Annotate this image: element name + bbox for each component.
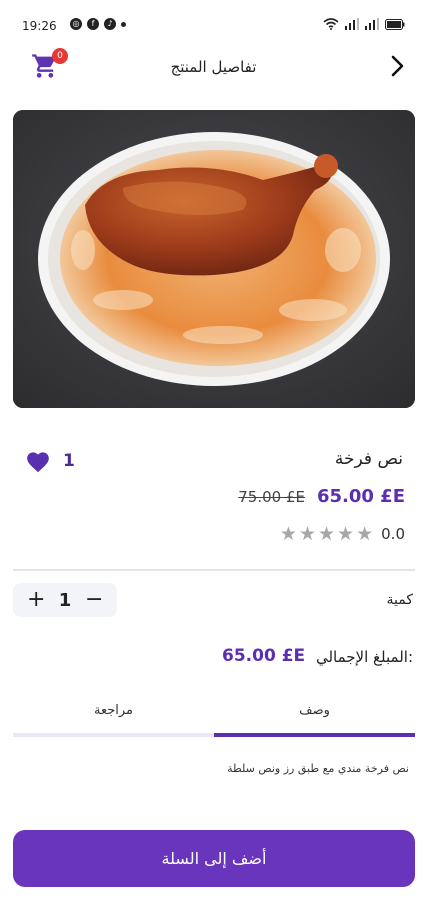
star-icon: ★ xyxy=(318,523,336,545)
quantity-value: 1 xyxy=(58,589,72,611)
signal-icon xyxy=(345,18,359,30)
rating-value: 0.0 xyxy=(381,525,405,543)
back-button[interactable] xyxy=(385,54,409,78)
decrease-button[interactable]: − xyxy=(85,589,103,611)
description-text: نص فرخة مندي مع طبق رز ونص سلطة xyxy=(227,762,409,775)
facebook-icon: f xyxy=(87,18,99,30)
rating-row: ★ ★ ★ ★ ★ 0.0 xyxy=(280,524,405,544)
system-icons xyxy=(323,18,405,30)
product-photo xyxy=(13,110,415,408)
star-icon: ★ xyxy=(279,523,297,545)
price-row: 75.00 £E 65.00 £E xyxy=(238,486,405,507)
star-icon: ★ xyxy=(337,523,355,545)
tab-description[interactable]: وصف xyxy=(214,700,415,734)
quantity-label: كمية xyxy=(386,592,414,608)
battery-icon xyxy=(385,18,405,30)
add-to-cart-button[interactable]: أضف إلى السلة xyxy=(13,830,415,887)
total-label: المبلغ الإجمالي: xyxy=(315,648,413,666)
current-price: 65.00 £E xyxy=(316,486,405,507)
rating-stars: ★ ★ ★ ★ ★ xyxy=(280,524,373,544)
total-value: 65.00 £E xyxy=(222,646,306,666)
favorite-button[interactable]: 1 xyxy=(25,449,75,473)
status-bar: 19:26 ◎ f ♪ xyxy=(0,0,427,38)
wifi-icon xyxy=(323,18,339,30)
app-bar: 0 تفاصيل المنتج xyxy=(0,38,427,98)
quantity-stepper: + 1 − xyxy=(13,583,117,617)
chevron-right-icon xyxy=(391,55,404,77)
product-image[interactable] xyxy=(13,110,415,408)
page-title: تفاصيل المنتج xyxy=(170,58,257,76)
detail-tabs: مراجعة وصف xyxy=(13,700,415,738)
status-time: 19:26 xyxy=(22,19,57,33)
favorite-count: 1 xyxy=(63,451,75,471)
tiktok-icon: ♪ xyxy=(104,18,116,30)
divider xyxy=(13,569,415,571)
heart-icon xyxy=(27,452,49,473)
old-price: 75.00 £E xyxy=(238,488,305,506)
signal-icon xyxy=(365,18,379,30)
star-icon: ★ xyxy=(356,523,374,545)
tab-review[interactable]: مراجعة xyxy=(13,700,214,734)
increase-button[interactable]: + xyxy=(27,589,45,611)
dot-icon xyxy=(121,21,126,27)
tab-indicator xyxy=(214,733,415,737)
product-name: نص فرخة xyxy=(334,449,403,469)
whatsapp-icon: ◎ xyxy=(70,18,82,30)
notification-icons: ◎ f ♪ xyxy=(70,18,126,30)
star-icon: ★ xyxy=(298,523,316,545)
